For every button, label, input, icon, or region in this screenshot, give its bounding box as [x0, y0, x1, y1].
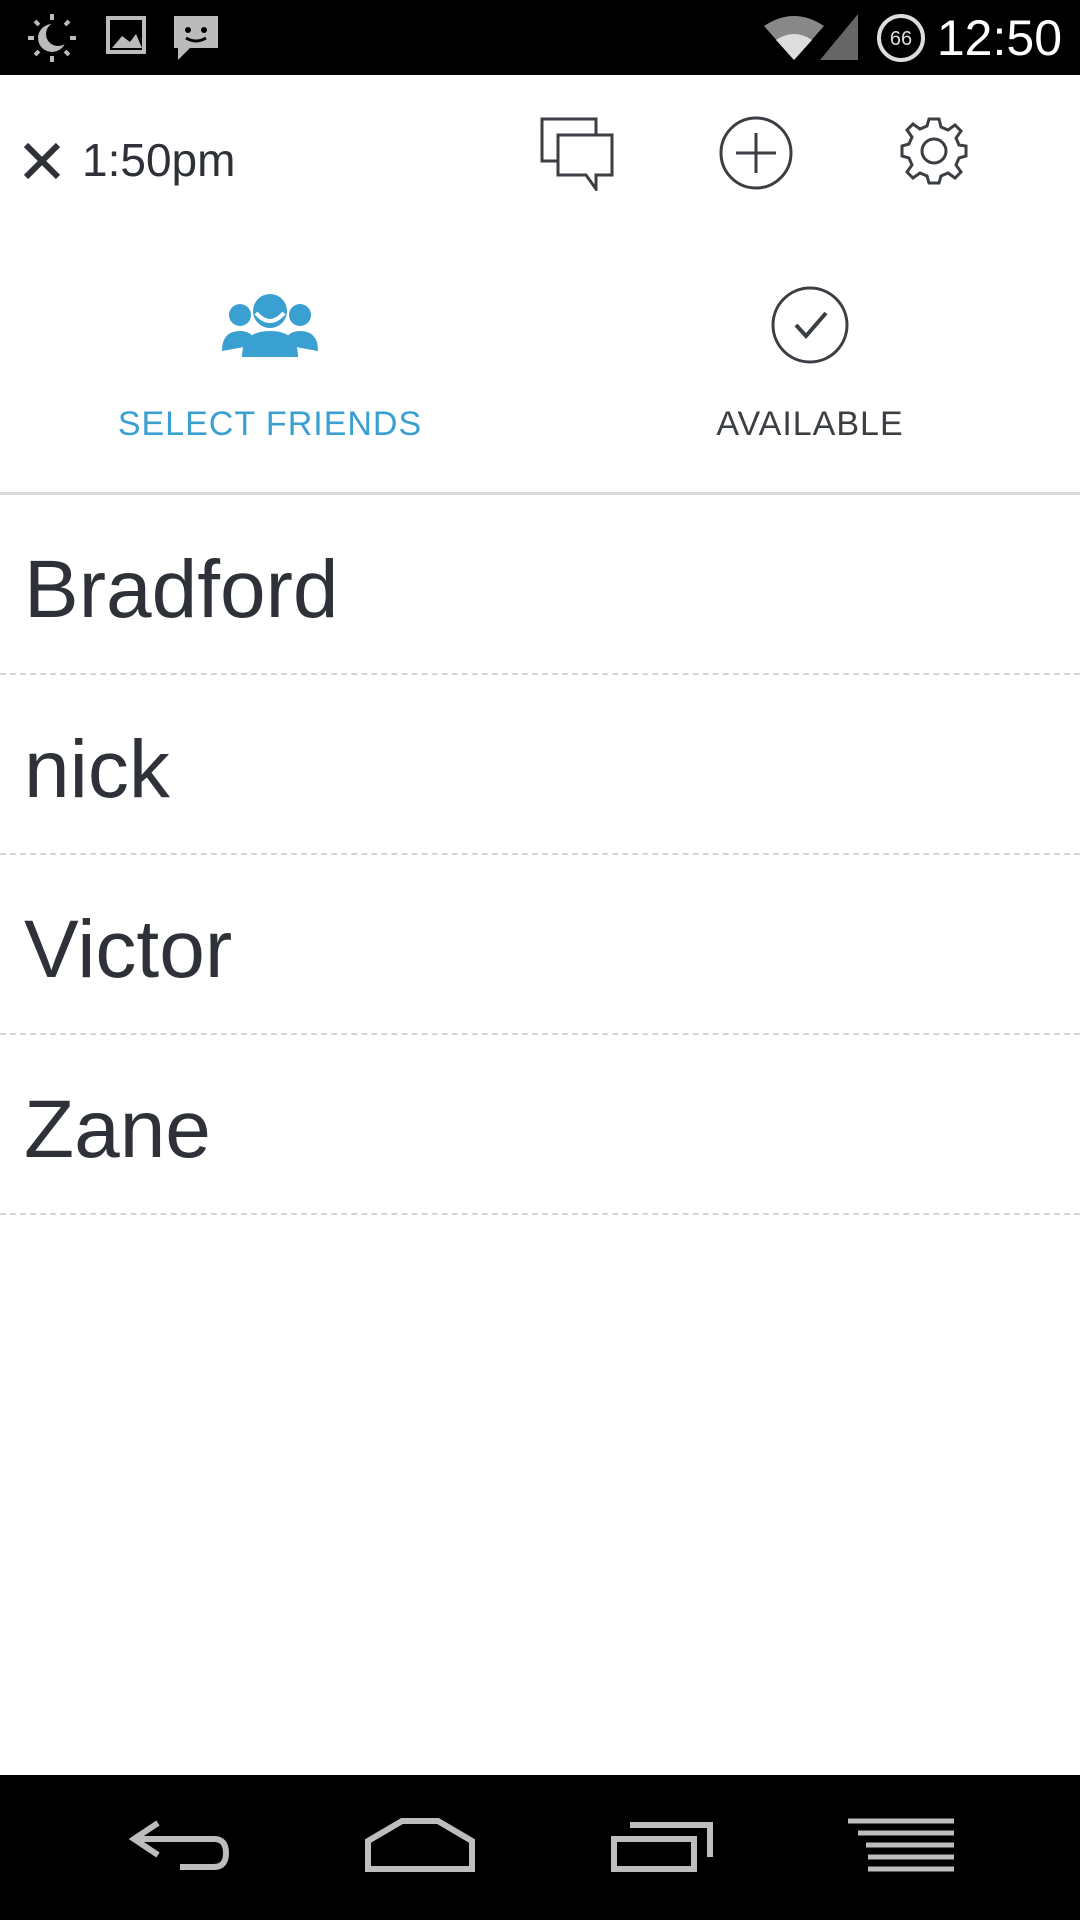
check-circle-icon: [771, 286, 849, 364]
battery-level: 66: [890, 28, 912, 50]
recents-icon[interactable]: [610, 1815, 716, 1875]
timer-label: 1:50pm: [82, 134, 236, 186]
list-item[interactable]: Bradford: [0, 495, 1080, 675]
status-time: 12:50: [936, 10, 1062, 66]
image-icon: [106, 16, 146, 54]
signal-icon: [820, 14, 858, 60]
battery-icon: 66: [877, 14, 925, 62]
chat-icon[interactable]: [538, 115, 616, 191]
friends-icon: [222, 294, 318, 357]
list-item[interactable]: Victor: [0, 855, 1080, 1035]
mode-tabs: SELECT FRIENDS AVAILABLE: [0, 255, 1080, 493]
list-item[interactable]: nick: [0, 675, 1080, 855]
brightness-icon: [28, 14, 76, 62]
back-icon[interactable]: [128, 1815, 232, 1875]
top-bar: 1:50pm: [0, 75, 1080, 255]
close-icon[interactable]: [18, 137, 66, 185]
friend-name: Bradford: [24, 544, 339, 635]
menu-icon[interactable]: [846, 1815, 956, 1875]
tab-label-select-friends: SELECT FRIENDS: [117, 405, 423, 443]
friends-list: Bradford nick Victor Zane: [0, 495, 1080, 1215]
navigation-bar: [0, 1775, 1080, 1920]
friend-name: nick: [24, 724, 170, 815]
tab-label-available: AVAILABLE: [716, 405, 904, 443]
list-item[interactable]: Zane: [0, 1035, 1080, 1215]
chat-notification-icon: [174, 16, 218, 60]
home-icon[interactable]: [364, 1815, 476, 1875]
tab-available[interactable]: AVAILABLE: [540, 255, 1080, 493]
wifi-icon: [764, 16, 824, 60]
add-icon[interactable]: [718, 115, 794, 191]
status-bar: 66 12:50: [0, 0, 1080, 75]
friend-name: Zane: [24, 1084, 211, 1175]
tab-select-friends[interactable]: SELECT FRIENDS: [0, 255, 540, 493]
friend-name: Victor: [24, 904, 233, 995]
settings-icon[interactable]: [898, 115, 970, 187]
